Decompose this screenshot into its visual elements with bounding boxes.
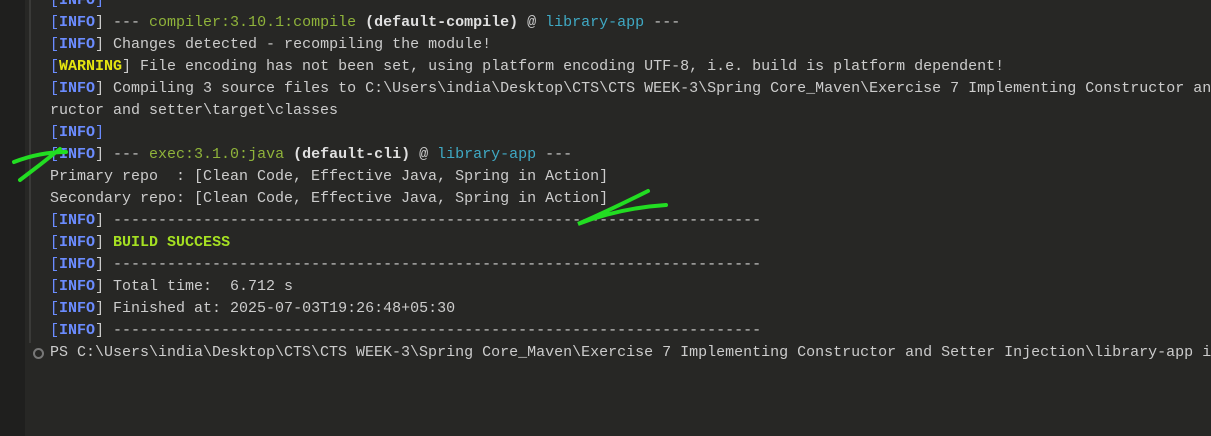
line-text: --- [644, 14, 681, 31]
terminal-line: [INFO] [50, 122, 1211, 144]
line-text: ] Compiling 3 source files to C:\Users\i… [95, 80, 1211, 97]
line-text: (default-compile) [365, 14, 519, 31]
line-text: ] --- [95, 14, 150, 31]
log-level-info: INFO [59, 234, 96, 251]
line-text: compiler:3.10.1:compile [149, 14, 357, 31]
line-text: (default-cli) [293, 146, 411, 163]
terminal-line: [INFO] --- compiler:3.10.1:compile (defa… [50, 12, 1211, 34]
line-text: @ [518, 14, 546, 31]
log-level-info: INFO [59, 322, 96, 339]
line-text: [ [50, 278, 60, 295]
terminal-line: [INFO] BUILD SUCCESS [50, 232, 1211, 254]
terminal-line: [WARNING] File encoding has not been set… [50, 56, 1211, 78]
log-level-info: INFO [59, 36, 96, 53]
line-text: ] Finished at: 2025-07-03T19:26:48+05:30 [95, 300, 456, 317]
line-text: [ [50, 14, 60, 31]
line-text: ] --------------------------------------… [95, 212, 762, 229]
terminal-line: [INFO] --- exec:3.1.0:java (default-cli)… [50, 144, 1211, 166]
line-text: [ [50, 322, 60, 339]
log-level-warning: WARNING [59, 58, 123, 75]
terminal-line: Primary repo : [Clean Code, Effective Ja… [50, 166, 1211, 188]
line-text: ] File encoding has not been set, using … [122, 58, 1005, 75]
terminal-line: [INFO] ---------------------------------… [50, 210, 1211, 232]
terminal-gutter [0, 0, 25, 436]
line-text: Secondary repo: [Clean Code, Effective J… [50, 190, 609, 207]
terminal-line: [INFO] ---------------------------------… [50, 320, 1211, 342]
line-text: ] --------------------------------------… [95, 322, 762, 339]
line-text [356, 14, 365, 31]
log-level-info: INFO [59, 124, 96, 141]
log-level-info: INFO [59, 14, 96, 31]
line-text: ] Total time: 6.712 s [95, 278, 294, 295]
line-text: [ [50, 124, 60, 141]
line-text: ] --- [95, 146, 150, 163]
line-text: PS C:\Users\india\Desktop\CTS\CTS WEEK-3… [50, 344, 1211, 361]
line-text: ructor and setter\target\classes [50, 102, 339, 119]
build-status: BUILD SUCCESS [113, 234, 231, 251]
line-text: [ [50, 234, 60, 251]
line-text: [ [50, 80, 60, 97]
line-text: ] --------------------------------------… [95, 256, 762, 273]
line-text: ] Changes detected - recompiling the mod… [95, 36, 492, 53]
terminal-line: [INFO] Changes detected - recompiling th… [50, 34, 1211, 56]
terminal-output[interactable]: [INFO] [INFO] --- compiler:3.10.1:compile… [50, 0, 1211, 364]
line-text: ] [95, 234, 114, 251]
terminal-line: [INFO] ---------------------------------… [50, 254, 1211, 276]
log-level-info: INFO [59, 278, 96, 295]
terminal-line: [INFO] [50, 0, 1211, 12]
line-text: ] [95, 0, 105, 9]
log-level-info: INFO [59, 146, 96, 163]
log-level-info: INFO [59, 212, 96, 229]
line-text: library-app [545, 14, 645, 31]
line-text: library-app [437, 146, 537, 163]
circle-icon[interactable] [33, 348, 44, 359]
line-text: [ [50, 300, 60, 317]
line-text: --- [536, 146, 573, 163]
line-text: Primary repo : [Clean Code, Effective Ja… [50, 168, 609, 185]
line-text: @ [410, 146, 438, 163]
line-text: exec:3.1.0:java [149, 146, 285, 163]
command-group-line [29, 0, 31, 343]
line-text: [ [50, 36, 60, 53]
shell-prompt: PS C:\Users\india\Desktop\CTS\CTS WEEK-3… [50, 342, 1211, 364]
line-text: ] [95, 124, 105, 141]
log-level-info: INFO [59, 300, 96, 317]
terminal-line: ructor and setter\target\classes [50, 100, 1211, 122]
terminal-line: Secondary repo: [Clean Code, Effective J… [50, 188, 1211, 210]
line-text: [ [50, 0, 60, 9]
log-level-info: INFO [59, 80, 96, 97]
line-text [284, 146, 293, 163]
log-level-info: INFO [59, 256, 96, 273]
terminal-line: [INFO] Finished at: 2025-07-03T19:26:48+… [50, 298, 1211, 320]
line-text: [ [50, 256, 60, 273]
terminal-line: [INFO] Total time: 6.712 s [50, 276, 1211, 298]
line-text: [ [50, 212, 60, 229]
line-text: [ [50, 58, 60, 75]
line-text: [ [50, 146, 60, 163]
terminal-line: [INFO] Compiling 3 source files to C:\Us… [50, 78, 1211, 100]
log-level-info: INFO [59, 0, 96, 9]
